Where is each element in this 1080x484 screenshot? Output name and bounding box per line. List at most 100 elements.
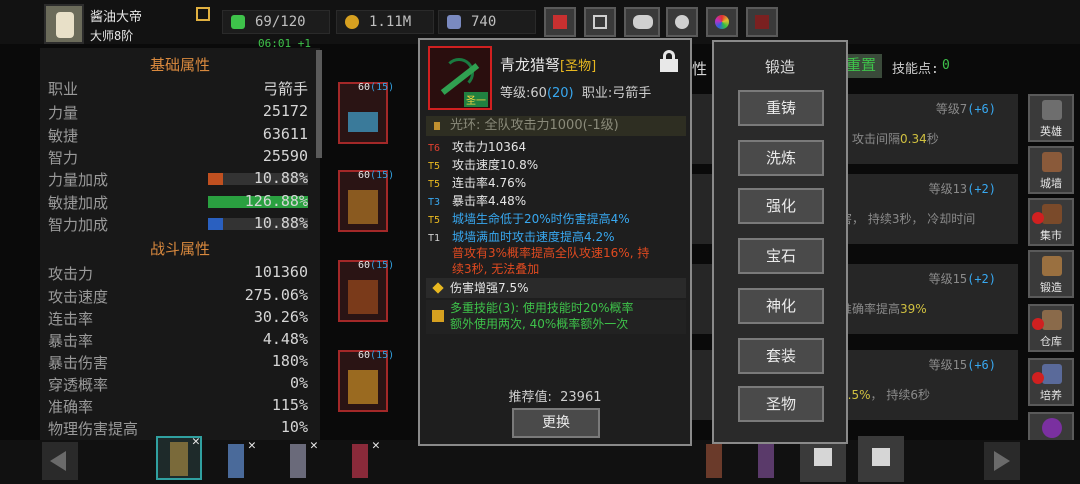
reset-button[interactable]: 重置 (842, 54, 882, 78)
gem-button[interactable]: 宝石 (738, 238, 824, 274)
forge-title: 锻造 (764, 58, 795, 76)
stat-row-strength: 力量 25172 (48, 102, 308, 122)
hero-slot[interactable]: ✕ (278, 438, 318, 480)
gold-coin-icon (345, 15, 359, 29)
aura-icon (434, 122, 440, 130)
wall-icon (1042, 152, 1062, 172)
player-rank: 大师8阶 (90, 29, 134, 43)
lock-icon (872, 448, 890, 466)
replace-button[interactable]: 更换 (512, 408, 600, 438)
attributes-scrollbar[interactable] (316, 50, 322, 158)
color-button[interactable] (706, 7, 738, 37)
lock-icon (814, 448, 832, 466)
color-wheel-icon (715, 15, 729, 29)
forge-menu-popup: 锻造 重铸 洗炼 强化 宝石 神化 套装 圣物 (712, 40, 848, 444)
close-icon[interactable]: ✕ (248, 438, 256, 453)
portal-icon (1042, 418, 1062, 438)
energy-value: 69/120 (255, 14, 306, 30)
settings-button[interactable] (666, 7, 698, 37)
close-icon[interactable]: ✕ (192, 434, 200, 449)
item-attribute: T5 城墙生命低于20%时伤害提高4% (428, 212, 630, 226)
item-name: 青龙猎弩[圣物] (500, 56, 597, 74)
close-icon[interactable]: ✕ (310, 438, 318, 453)
item-attribute: T6 攻击力10364 (428, 140, 527, 154)
equip-slot-armor[interactable]: 60(15) (338, 170, 394, 232)
gift-button[interactable] (746, 7, 778, 37)
skill-points-label: 技能点: (892, 62, 939, 77)
nav-warehouse-button[interactable]: 仓库 (1028, 304, 1074, 352)
hero-slot[interactable] (746, 440, 786, 480)
hero-slot[interactable]: ✕ (340, 438, 380, 480)
gold-display: 1.11M (336, 10, 434, 34)
hero-slot[interactable]: ✕ (216, 438, 256, 480)
equip-slot-necklace[interactable]: 60(15) (338, 82, 394, 144)
player-avatar[interactable] (44, 4, 84, 44)
enhance-button[interactable]: 强化 (738, 188, 824, 224)
deify-button[interactable]: 神化 (738, 288, 824, 324)
equip-slot-boots[interactable]: 60(15) (338, 350, 394, 412)
hero-slot[interactable] (694, 440, 734, 480)
attributes-panel: 基础属性 职业 弓箭手 力量 25172 敏捷 63611 智力 25590 力量加成 1… (40, 48, 320, 440)
base-attributes-title: 基础属性 (149, 56, 210, 74)
warehouse-icon (1042, 310, 1062, 330)
item-bonus: 伤害增强7.5% (426, 278, 686, 298)
item-skill: 多重技能(3): 使用技能时20%概率 额外使用两次, 40%概率额外一次 (426, 300, 686, 334)
nav-forge-button[interactable]: 锻造 (1028, 250, 1074, 298)
player-name: 酱油大帝 (90, 10, 143, 25)
roster-prev-button[interactable] (42, 442, 78, 480)
refine-button[interactable]: 洗炼 (738, 140, 824, 176)
alert-icon (1032, 372, 1044, 384)
stat-row-strength-bonus: 力量加成 10.88% (48, 169, 308, 189)
gamepad-icon (633, 15, 653, 29)
shop-button[interactable] (544, 7, 576, 37)
relic-button[interactable]: 圣物 (738, 386, 824, 422)
stat-row-combo-rate: 连击率 30.26% (48, 308, 308, 328)
diamond-icon (432, 282, 444, 294)
stat-row-crit-rate: 暴击率 4.48% (48, 330, 308, 350)
item-attribute: T5 连击率4.76% (428, 176, 527, 190)
nav-hero-button[interactable]: 英雄 (1028, 94, 1074, 142)
unlock-icon[interactable] (660, 50, 680, 72)
hero-portrait-icon (758, 444, 774, 478)
set-button[interactable]: 套装 (738, 338, 824, 374)
nav-train-button[interactable]: 培养 (1028, 358, 1074, 406)
gem-display: 740 (438, 10, 536, 34)
stat-row-class: 职业 弓箭手 (48, 80, 308, 98)
item-detail-popup: 圣一 青龙猎弩[圣物] 等级:60(20) 职业:弓箭手 光环: 全队攻击力10… (418, 38, 692, 446)
mail-button[interactable] (584, 7, 616, 37)
scroll-icon (432, 310, 444, 322)
reforge-button[interactable]: 重铸 (738, 90, 824, 126)
hero-portrait-icon (352, 444, 368, 478)
item-attribute: T5 攻击速度10.8% (428, 158, 539, 172)
equip-slot-legs[interactable]: 60(15) (338, 260, 394, 322)
attribute-tab-fragment[interactable]: 性 (692, 58, 707, 79)
alert-icon (1032, 212, 1044, 224)
close-icon[interactable]: ✕ (372, 438, 380, 453)
hero-icon (1042, 100, 1062, 120)
stat-row-penetration: 穿透概率 0% (48, 374, 308, 394)
train-icon (1042, 364, 1062, 384)
gamepad-button[interactable] (624, 7, 660, 37)
gift-alert-icon (755, 15, 769, 29)
nav-wall-button[interactable]: 城墙 (1028, 146, 1074, 194)
roster-next-button[interactable] (984, 442, 1020, 480)
edit-name-icon[interactable] (196, 7, 210, 21)
gold-value: 1.11M (369, 14, 412, 30)
energy-bolt-icon (231, 15, 245, 29)
hero-portrait-icon (290, 444, 306, 478)
hero-slot-selected[interactable]: ✕ (156, 434, 202, 480)
anvil-icon (1042, 256, 1062, 276)
item-attribute: T3 暴击率4.48% (428, 194, 527, 208)
item-tier: [圣物] (560, 59, 597, 74)
recommend-score: 推荐值: 23961 (508, 390, 602, 405)
armor-icon (348, 190, 378, 224)
skill-points-value: 0 (942, 58, 950, 73)
nav-market-button[interactable]: 集市 (1028, 198, 1074, 246)
stat-row-accuracy: 准确率 115% (48, 396, 308, 416)
stat-row-crit-damage: 暴击伤害 180% (48, 352, 308, 372)
leggings-icon (348, 280, 378, 314)
mail-icon (593, 15, 607, 29)
alert-icon (1032, 318, 1044, 330)
hero-portrait-icon (228, 444, 244, 478)
combat-attributes-title: 战斗属性 (149, 240, 210, 258)
